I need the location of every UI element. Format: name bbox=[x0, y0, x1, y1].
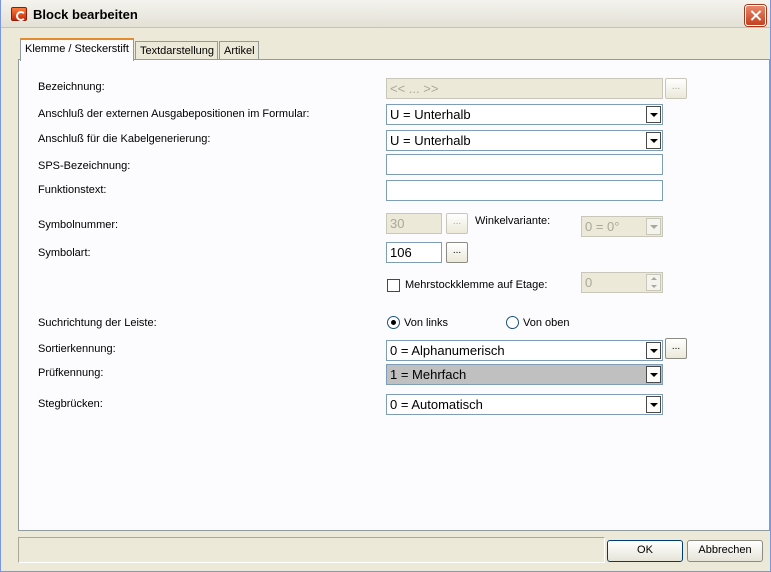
chevron-down-icon[interactable] bbox=[646, 106, 661, 123]
radio-von-oben[interactable] bbox=[506, 316, 519, 329]
anschluss-kabel-value: U = Unterhalb bbox=[390, 133, 471, 148]
ok-button[interactable]: OK bbox=[607, 540, 683, 562]
symbolart-browse-button[interactable]: ... bbox=[446, 242, 468, 263]
bezeichnung-label: Bezeichnung: bbox=[38, 81, 105, 93]
anschluss-kabel-select[interactable]: U = Unterhalb bbox=[386, 130, 663, 151]
winkelvariante-label: Winkelvariante: bbox=[475, 215, 551, 227]
stegbruecken-select[interactable]: 0 = Automatisch bbox=[386, 394, 663, 415]
sortierkennung-select[interactable]: 0 = Alphanumerisch bbox=[386, 340, 663, 361]
anschluss-kabel-label: Anschluß für die Kabelgenerierung: bbox=[38, 133, 211, 145]
symbolart-field[interactable]: 106 bbox=[386, 242, 442, 263]
tab-klemme-steckerstift[interactable]: Klemme / Steckerstift bbox=[20, 38, 134, 61]
spinner-arrows-icon[interactable] bbox=[646, 274, 661, 291]
stegbruecken-label: Stegbrücken: bbox=[38, 398, 103, 410]
pruefkennung-value: 1 = Mehrfach bbox=[390, 367, 467, 382]
anschluss-extern-label: Anschluß der externen Ausgabepositionen … bbox=[38, 108, 310, 120]
symbolnummer-field[interactable]: 30 bbox=[386, 213, 442, 234]
dialog-window: Block bearbeiten Klemme / Steckerstift T… bbox=[0, 0, 771, 572]
mehrstock-etage-value: 0 bbox=[585, 275, 593, 290]
symbolart-label: Symbolart: bbox=[38, 247, 91, 259]
sortierkennung-value: 0 = Alphanumerisch bbox=[390, 343, 505, 358]
bezeichnung-browse-button[interactable]: ... bbox=[665, 78, 687, 99]
suchrichtung-label: Suchrichtung der Leiste: bbox=[38, 317, 157, 329]
winkelvariante-value: 0 = 0° bbox=[585, 219, 620, 234]
sortierkennung-label: Sortierkennung: bbox=[38, 343, 116, 355]
winkelvariante-select[interactable]: 0 = 0° bbox=[581, 216, 663, 237]
close-button[interactable] bbox=[745, 5, 766, 26]
cancel-button[interactable]: Abbrechen bbox=[687, 540, 763, 562]
pruefkennung-select[interactable]: 1 = Mehrfach bbox=[386, 364, 663, 385]
radio-von-links-label: Von links bbox=[404, 317, 449, 329]
radio-von-oben-label: Von oben bbox=[523, 317, 570, 329]
sps-field[interactable] bbox=[386, 154, 663, 175]
symbolnummer-label: Symbolnummer: bbox=[38, 219, 119, 231]
funktionstext-label: Funktionstext: bbox=[38, 184, 107, 196]
title-bar[interactable]: Block bearbeiten bbox=[1, 0, 770, 28]
anschluss-extern-select[interactable]: U = Unterhalb bbox=[386, 104, 663, 125]
sortierkennung-browse-button[interactable]: ... bbox=[665, 338, 687, 359]
sps-label: SPS-Bezeichnung: bbox=[38, 160, 131, 172]
chevron-down-icon[interactable] bbox=[646, 342, 661, 359]
mehrstock-etage-spinner[interactable]: 0 bbox=[581, 272, 663, 293]
window-title: Block bearbeiten bbox=[33, 7, 138, 22]
tab-artikel[interactable]: Artikel bbox=[219, 41, 259, 60]
mehrstock-label: Mehrstockklemme auf Etage: bbox=[405, 279, 548, 291]
status-bar bbox=[18, 537, 605, 563]
mehrstock-checkbox[interactable] bbox=[387, 279, 400, 292]
radio-von-links[interactable] bbox=[387, 316, 400, 329]
symbolnummer-browse-button[interactable]: ... bbox=[446, 213, 468, 234]
chevron-down-icon[interactable] bbox=[646, 218, 661, 235]
funktionstext-field[interactable] bbox=[386, 180, 663, 201]
app-icon bbox=[11, 7, 27, 21]
stegbruecken-value: 0 = Automatisch bbox=[390, 397, 483, 412]
pruefkennung-label: Prüfkennung: bbox=[38, 367, 104, 379]
tab-textdarstellung[interactable]: Textdarstellung bbox=[135, 41, 218, 60]
chevron-down-icon[interactable] bbox=[646, 366, 661, 383]
chevron-down-icon[interactable] bbox=[646, 132, 661, 149]
bezeichnung-field[interactable]: << ... >> bbox=[386, 78, 663, 99]
anschluss-extern-value: U = Unterhalb bbox=[390, 107, 471, 122]
chevron-down-icon[interactable] bbox=[646, 396, 661, 413]
